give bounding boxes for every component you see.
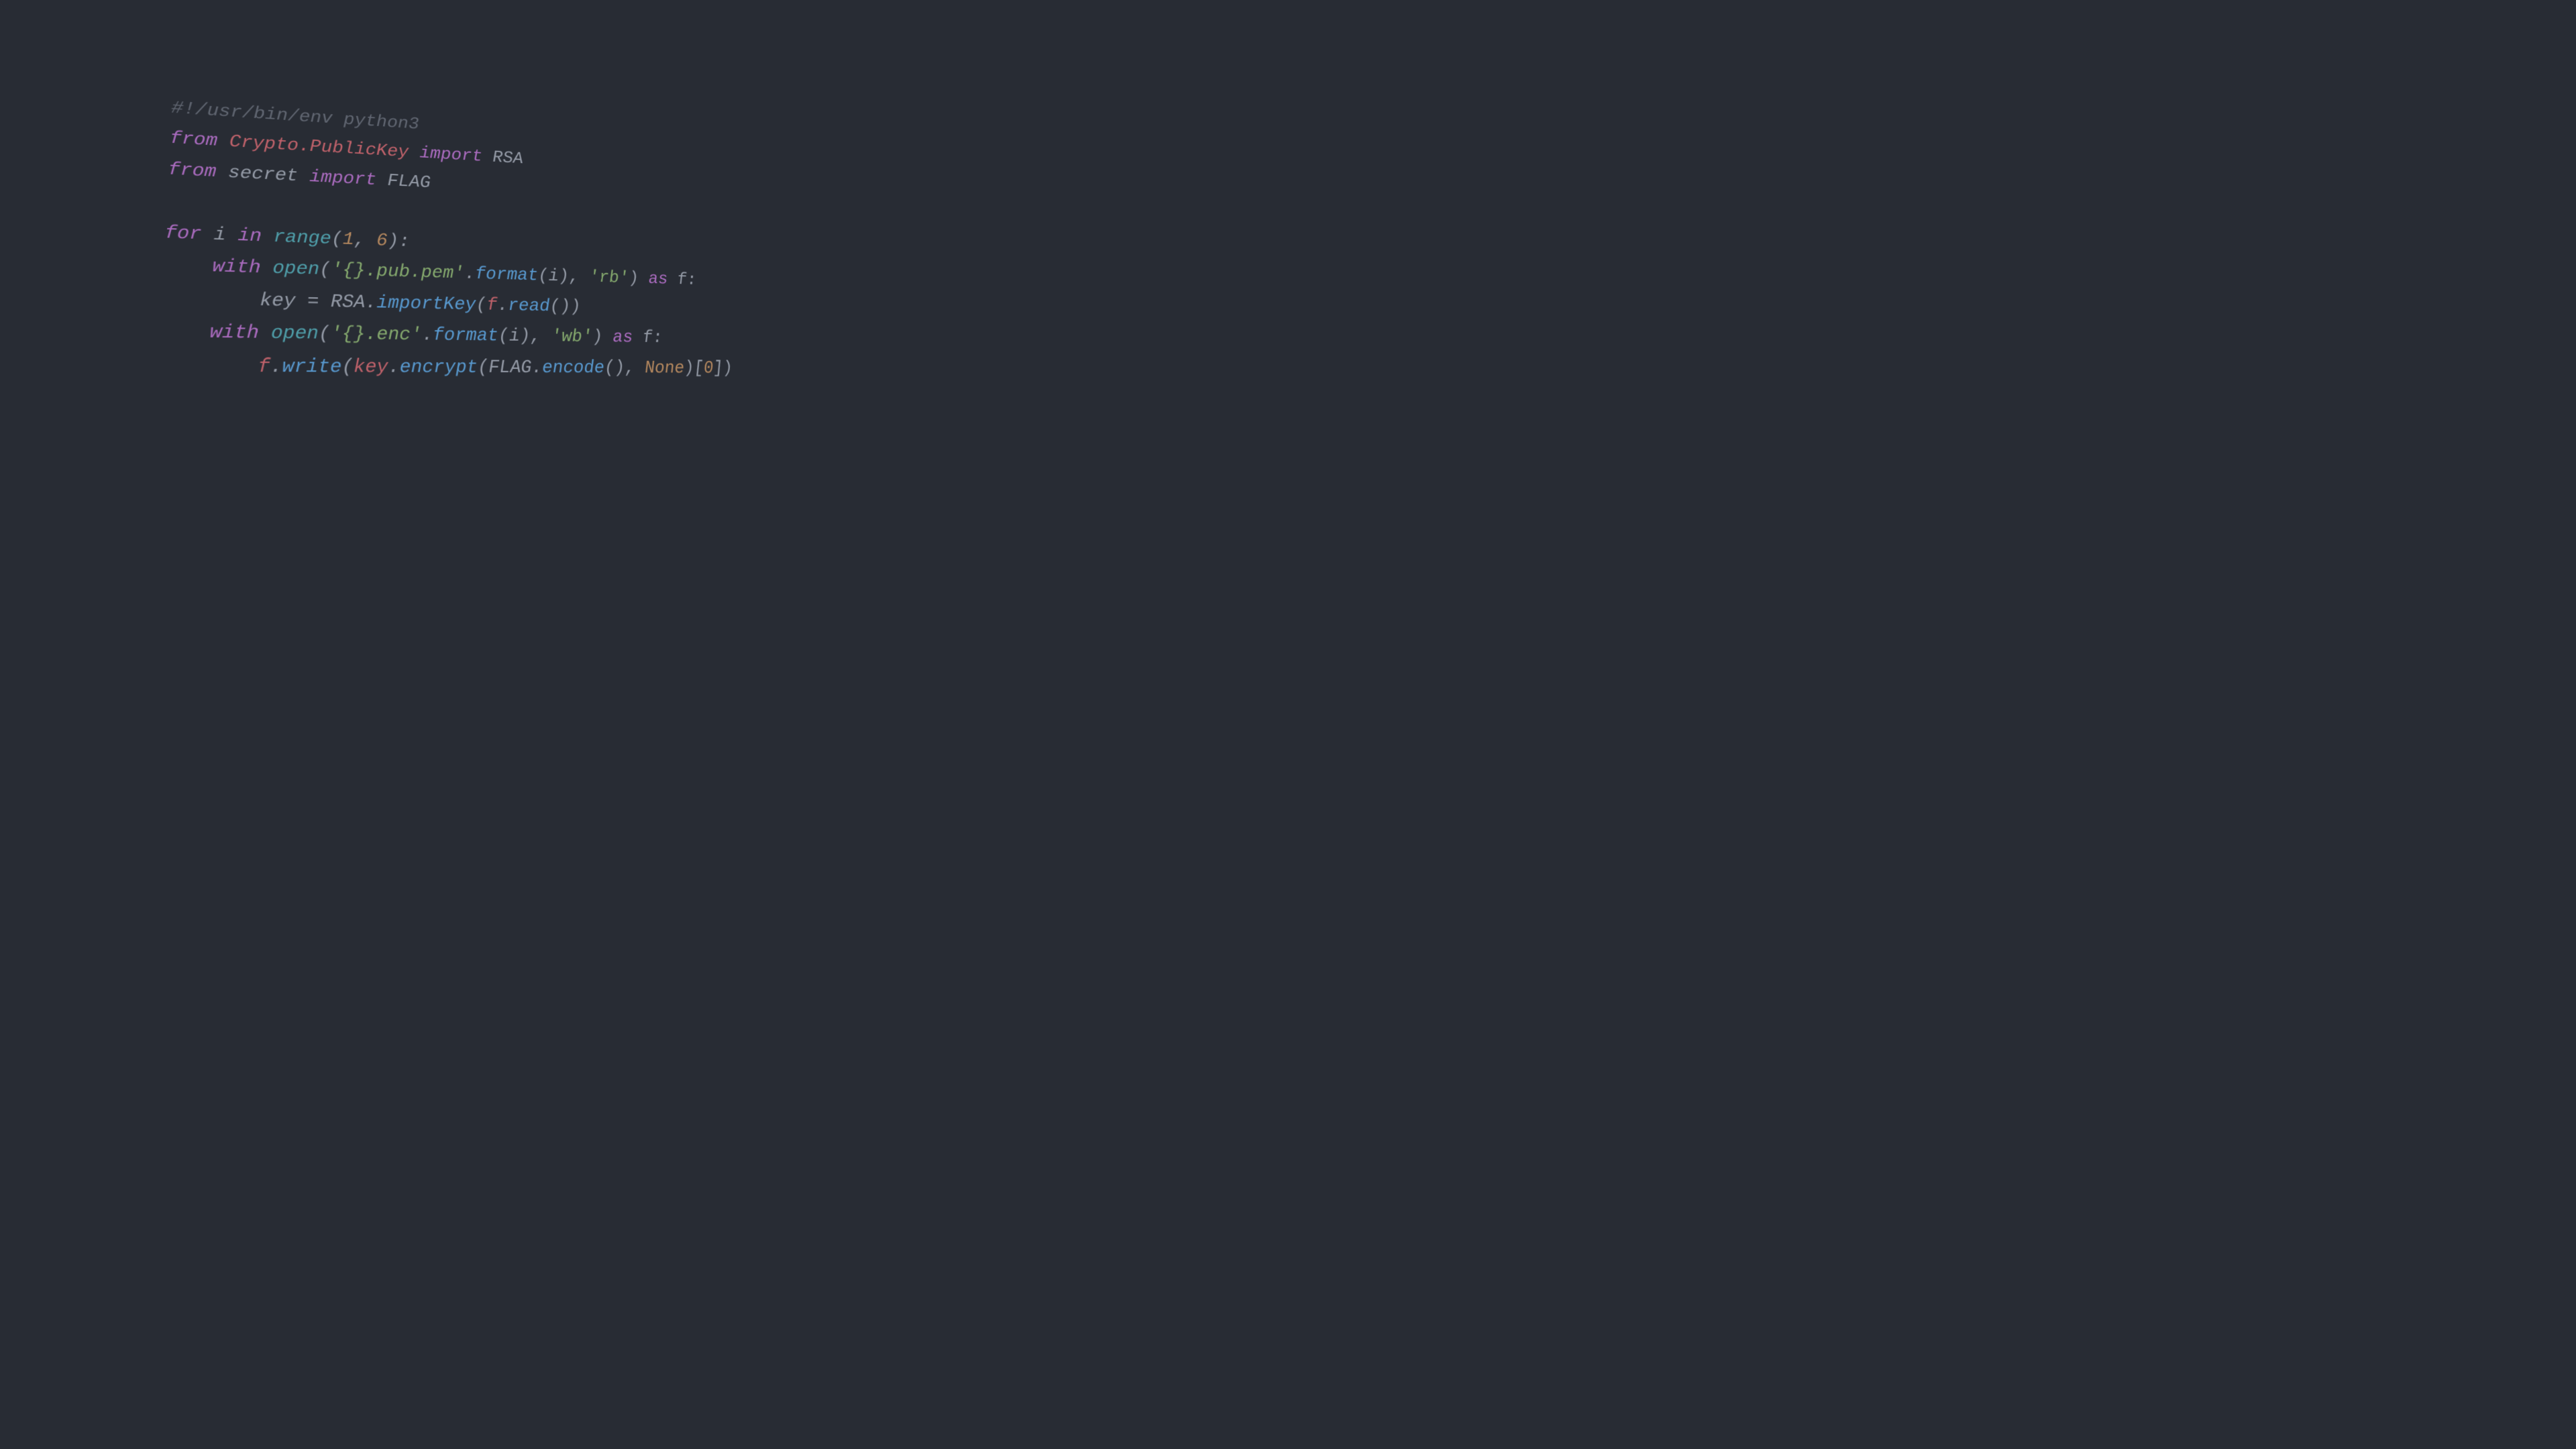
punct-lparen: ( bbox=[319, 324, 331, 345]
string-wb: 'wb' bbox=[551, 327, 593, 347]
punct-dot: . bbox=[464, 264, 476, 284]
punct-lparen: ( bbox=[319, 260, 331, 281]
punct-lparen: ( bbox=[538, 266, 549, 286]
name-rsa: RSA bbox=[492, 149, 523, 169]
punct-colon: : bbox=[398, 232, 410, 252]
method-read: read bbox=[508, 296, 551, 317]
punct-lparen: ( bbox=[478, 358, 489, 378]
punct-dot: . bbox=[388, 357, 400, 378]
builtin-open: open bbox=[272, 258, 319, 280]
punct-lparen: ( bbox=[341, 357, 354, 378]
punct-comma: , bbox=[354, 230, 377, 251]
const-none: None bbox=[644, 358, 685, 378]
literal-1: 1 bbox=[343, 229, 354, 250]
method-format: format bbox=[475, 265, 539, 286]
keyword-in: in bbox=[237, 225, 262, 247]
shebang-line: #!/usr/bin/env python3 bbox=[171, 99, 419, 134]
builtin-open: open bbox=[270, 323, 319, 345]
punct-dot: . bbox=[422, 325, 433, 346]
punct-comma: , bbox=[624, 358, 645, 378]
literal-6: 6 bbox=[376, 231, 388, 251]
string-pub-pem: '{}.pub.pem' bbox=[331, 260, 464, 284]
keyword-for: for bbox=[164, 223, 203, 245]
punct-rparen: ) bbox=[629, 270, 640, 288]
var-f: f bbox=[486, 295, 498, 315]
punct-colon: : bbox=[686, 271, 697, 290]
method-write: write bbox=[282, 356, 341, 378]
punct-rparen: ) bbox=[388, 231, 399, 252]
string-enc: '{}.enc' bbox=[330, 324, 422, 346]
name-rsa: RSA bbox=[331, 292, 366, 313]
code-scene: #!/usr/bin/env python3 from Crypto.Publi… bbox=[0, 0, 1014, 570]
punct-dot: . bbox=[531, 358, 543, 378]
punct-dot: . bbox=[497, 296, 508, 316]
punct-comma: , bbox=[568, 268, 590, 287]
module-secret: secret bbox=[228, 163, 299, 186]
builtin-range: range bbox=[273, 227, 331, 249]
punct-rparen: ) bbox=[722, 359, 733, 378]
keyword-with: with bbox=[209, 322, 259, 344]
var-key: key bbox=[260, 290, 296, 312]
keyword-from: from bbox=[168, 160, 217, 182]
punct-rparen: ) bbox=[592, 328, 603, 347]
keyword-as: as bbox=[648, 270, 669, 290]
var-i: i bbox=[213, 225, 226, 246]
punct-lparen: ( bbox=[476, 295, 487, 315]
arg-i: i bbox=[508, 327, 520, 347]
method-encode: encode bbox=[541, 358, 604, 378]
method-importkey: importKey bbox=[376, 293, 476, 315]
op-assign: = bbox=[295, 291, 331, 313]
method-encrypt: encrypt bbox=[400, 357, 478, 378]
punct-lparen: ( bbox=[331, 229, 343, 250]
punct-lparen: ( bbox=[498, 327, 509, 347]
keyword-from: from bbox=[169, 129, 218, 152]
punct-rparen: ) bbox=[519, 327, 531, 347]
keyword-import: import bbox=[419, 144, 482, 166]
arg-i: i bbox=[548, 267, 559, 286]
var-key: key bbox=[354, 357, 388, 378]
method-format: format bbox=[433, 325, 498, 346]
python-source-code: #!/usr/bin/env python3 from Crypto.Publi… bbox=[156, 94, 734, 384]
punct-comma: , bbox=[530, 327, 552, 347]
punct-rparen: ) bbox=[570, 297, 582, 317]
module-crypto-publickey: Crypto.PublicKey bbox=[229, 133, 409, 162]
punct-lparen: ( bbox=[549, 297, 561, 316]
punct-colon: : bbox=[652, 329, 663, 348]
punct-dot: . bbox=[365, 292, 376, 313]
keyword-import: import bbox=[309, 168, 376, 191]
var-f: f bbox=[258, 356, 270, 378]
punct-dot: . bbox=[270, 356, 282, 378]
string-rb: 'rb' bbox=[588, 268, 629, 288]
name-flag: FLAG bbox=[488, 358, 532, 378]
keyword-as: as bbox=[612, 328, 634, 347]
name-flag: FLAG bbox=[387, 172, 431, 193]
keyword-with: with bbox=[212, 257, 261, 279]
